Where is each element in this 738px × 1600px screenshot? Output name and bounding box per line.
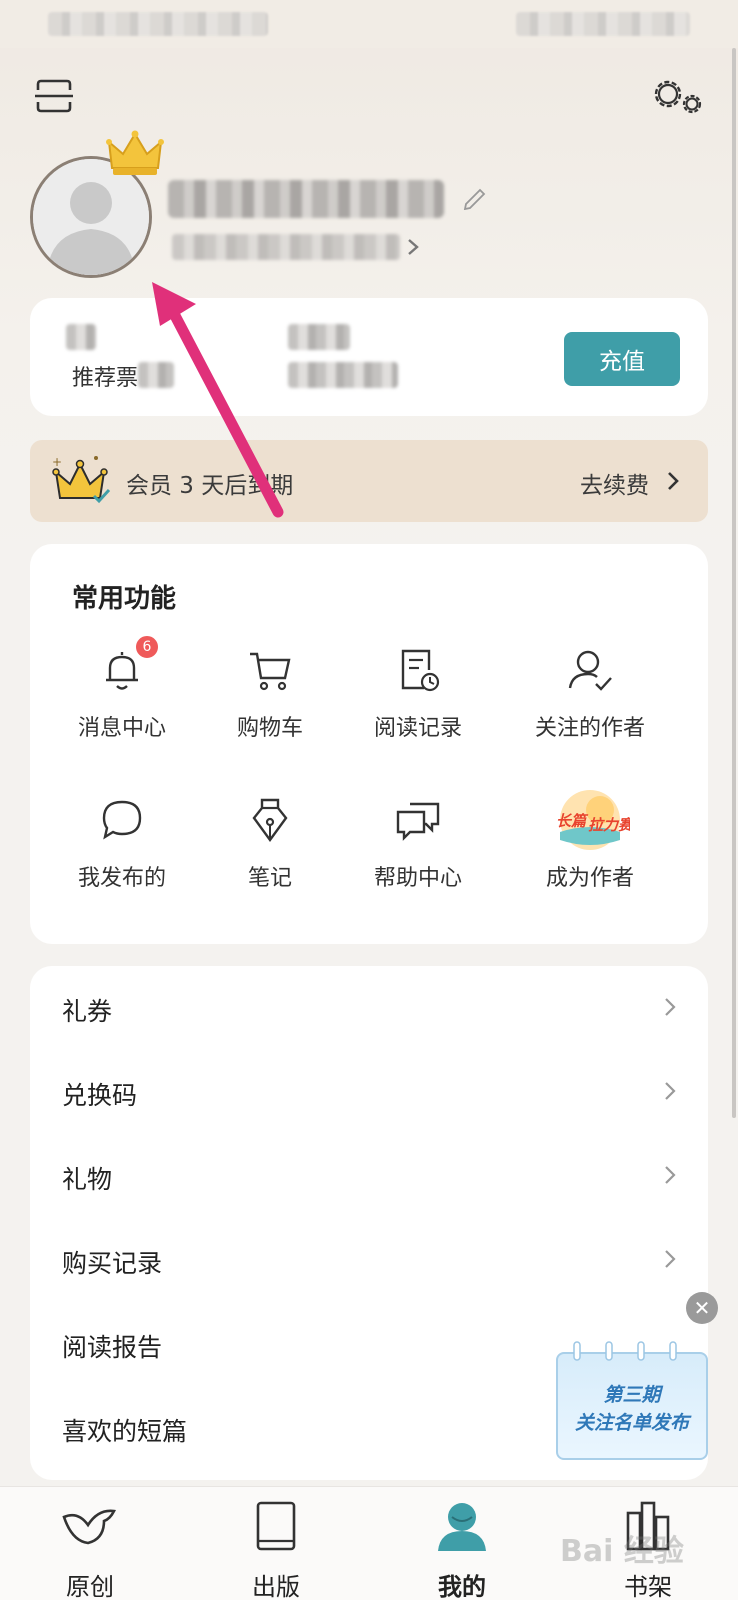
wallet-card: 推荐票 充值 — [30, 298, 708, 416]
common-functions-title: 常用功能 — [72, 584, 177, 614]
wallet-label-blur — [138, 362, 174, 388]
tab-publishing[interactable]: 出版 — [216, 1487, 336, 1600]
chevron-right-icon — [665, 998, 676, 1016]
menu-item-coupons[interactable]: 礼券 — [30, 966, 708, 1050]
scan-button[interactable] — [34, 78, 74, 114]
menu-item-gifts[interactable]: 礼物 — [30, 1134, 708, 1218]
edit-name-button[interactable] — [462, 184, 488, 211]
tab-label: 书架 — [624, 1573, 672, 1600]
menu-item-label: 兑换码 — [62, 1081, 138, 1110]
scan-icon — [35, 79, 73, 113]
contest-badge-icon: 长篇 拉力赛 — [556, 790, 630, 850]
calendar-rings-icon — [573, 1341, 677, 1361]
menu-item-label: 喜欢的短篇 — [62, 1417, 188, 1446]
function-become-author[interactable]: 长篇 拉力赛 成为作者 — [510, 788, 670, 891]
edit-pencil-icon — [463, 188, 486, 211]
function-label: 笔记 — [247, 866, 292, 891]
svg-text:+: + — [52, 455, 62, 469]
crown-icon — [106, 128, 164, 180]
menu-item-label: 礼券 — [62, 997, 113, 1026]
chevron-right-icon — [665, 1082, 676, 1100]
status-bar — [0, 0, 738, 48]
function-help-center[interactable]: 帮助中心 — [338, 796, 498, 896]
watermark: Bai 经验 — [560, 1534, 684, 1569]
menu-item-label: 阅读报告 — [62, 1333, 163, 1362]
cart-icon — [250, 652, 291, 691]
chat-bubble-icon — [102, 800, 142, 840]
username-blurred — [168, 180, 444, 218]
function-label: 我发布的 — [77, 866, 166, 891]
settings-gears-icon — [654, 80, 702, 114]
renew-chevron-icon — [664, 468, 682, 494]
settings-button[interactable] — [650, 76, 706, 120]
function-cart[interactable]: 购物车 — [190, 646, 350, 746]
reading-time-chevron-icon — [404, 236, 422, 258]
scrollbar[interactable] — [732, 48, 736, 1118]
status-bar-left-blur — [48, 12, 268, 36]
svg-text:长篇: 长篇 — [556, 812, 589, 830]
recharge-button[interactable]: 充值 — [564, 332, 680, 386]
tab-label: 原创 — [66, 1573, 114, 1600]
chevron-right-icon — [665, 1250, 676, 1268]
bird-icon — [62, 1509, 116, 1545]
promo-line-2: 关注名单发布 — [574, 1412, 689, 1434]
book-icon — [256, 1501, 296, 1551]
recommend-ticket-label[interactable]: 推荐票 — [72, 360, 138, 392]
function-reading-history[interactable]: 阅读记录 — [338, 646, 498, 746]
wallet-value-blur — [66, 324, 96, 350]
followed-author-icon — [568, 650, 612, 691]
menu-item-label: 礼物 — [62, 1165, 113, 1194]
profile-icon — [438, 1503, 486, 1551]
help-chat-icon — [396, 802, 440, 841]
menu-item-label: 购买记录 — [62, 1249, 163, 1278]
function-label: 阅读记录 — [373, 716, 462, 741]
reading-history-icon — [401, 649, 440, 692]
close-icon: ✕ — [693, 1296, 711, 1320]
tab-mine[interactable]: 我的 — [402, 1487, 522, 1600]
vip-expire-text: 会员 3 天后到期 — [126, 473, 294, 499]
function-message-center[interactable]: 6 消息中心 — [42, 634, 202, 746]
function-notes[interactable]: 笔记 — [190, 796, 350, 896]
function-label: 消息中心 — [77, 716, 166, 741]
function-followed-authors[interactable]: 关注的作者 — [510, 646, 670, 746]
status-bar-right-blur — [516, 12, 690, 36]
menu-item-redeem-code[interactable]: 兑换码 — [30, 1050, 708, 1134]
promo-floating-banner[interactable]: 第三期 关注名单发布 — [556, 1340, 710, 1462]
promo-line-1: 第三期 — [603, 1384, 661, 1406]
promo-close-button[interactable]: ✕ — [686, 1292, 718, 1324]
tab-label: 我的 — [438, 1573, 486, 1600]
tab-original[interactable]: 原创 — [30, 1487, 150, 1600]
renew-link[interactable]: 去续费 — [580, 466, 649, 500]
wallet-label-blur-2 — [288, 362, 398, 388]
chevron-right-icon — [665, 1166, 676, 1184]
svg-text:拉力赛: 拉力赛 — [588, 816, 630, 834]
wallet-value-blur-2 — [288, 324, 350, 350]
tab-label: 出版 — [252, 1573, 300, 1600]
function-label: 关注的作者 — [534, 716, 645, 741]
pen-nib-icon — [252, 798, 288, 843]
reading-time-blurred[interactable] — [172, 234, 400, 260]
function-label: 帮助中心 — [373, 866, 462, 891]
function-label: 购物车 — [236, 716, 303, 741]
vip-expire-banner[interactable]: + 会员 3 天后到期 去续费 — [30, 440, 708, 522]
menu-item-purchase-history[interactable]: 购买记录 — [30, 1218, 708, 1302]
message-badge: 6 — [134, 634, 160, 660]
function-my-posts[interactable]: 我发布的 — [42, 796, 202, 896]
vip-crown-icon: + — [50, 452, 114, 510]
common-functions-card: 常用功能 6 消息中心 购物车 阅读记录 关注的作者 我发布的 笔记 帮助中心 … — [30, 544, 708, 944]
function-label: 成为作者 — [545, 866, 634, 891]
